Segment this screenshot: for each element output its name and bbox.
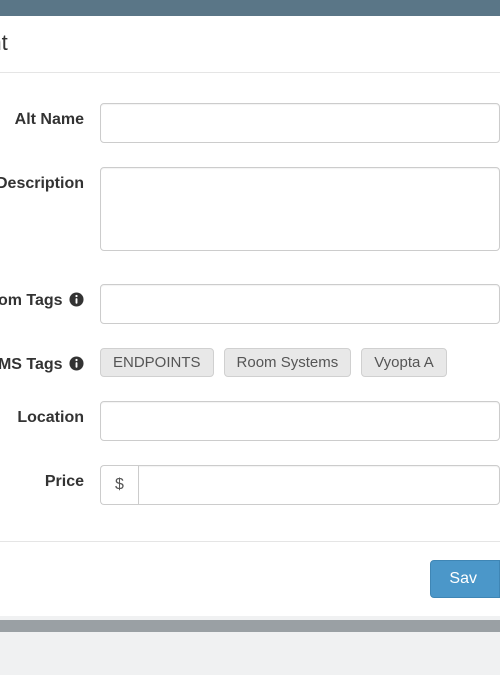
description-row: Description <box>0 167 500 256</box>
save-button[interactable]: Sav <box>430 560 500 598</box>
custom-tags-label: om Tags <box>0 284 100 310</box>
price-control: $ <box>100 465 500 505</box>
location-row: Location <box>0 401 500 441</box>
tms-tag[interactable]: ENDPOINTS <box>100 348 214 377</box>
location-control <box>100 401 500 441</box>
tms-tags-label: MS Tags <box>0 348 100 374</box>
tms-tags-control: ENDPOINTS Room Systems Vyopta A <box>100 348 500 377</box>
description-textarea[interactable] <box>100 167 500 251</box>
price-input[interactable] <box>138 465 500 505</box>
tms-tags-label-text: MS Tags <box>0 356 63 373</box>
info-icon[interactable] <box>69 292 84 307</box>
custom-tags-control <box>100 284 500 324</box>
alt-name-label: Alt Name <box>0 103 100 129</box>
info-icon[interactable] <box>69 356 84 371</box>
modal-footer: Sav <box>0 541 500 616</box>
modal-body: Alt Name Description om Tags <box>0 73 500 541</box>
bottom-bar <box>0 620 500 632</box>
description-label: Description <box>0 167 100 193</box>
description-control <box>100 167 500 256</box>
tms-tag[interactable]: Vyopta A <box>361 348 447 377</box>
tms-tags-row: MS Tags ENDPOINTS Room Systems Vyopta A <box>0 348 500 377</box>
alt-name-control <box>100 103 500 143</box>
location-label: Location <box>0 401 100 427</box>
custom-tags-label-text: om Tags <box>0 292 63 309</box>
alt-name-row: Alt Name <box>0 103 500 143</box>
price-label: Price <box>0 465 100 491</box>
edit-endpoint-modal: point Alt Name Description om Tags <box>0 16 500 616</box>
price-input-group: $ <box>100 465 500 505</box>
price-row: Price $ <box>0 465 500 505</box>
location-input[interactable] <box>100 401 500 441</box>
tms-tag[interactable]: Room Systems <box>224 348 352 377</box>
currency-addon: $ <box>100 465 138 505</box>
modal-title: point <box>0 30 500 56</box>
alt-name-input[interactable] <box>100 103 500 143</box>
custom-tags-row: om Tags <box>0 284 500 324</box>
modal-header: point <box>0 16 500 73</box>
window-title-bar <box>0 0 500 16</box>
custom-tags-input[interactable] <box>100 284 500 324</box>
tms-tags-list: ENDPOINTS Room Systems Vyopta A <box>100 348 500 377</box>
